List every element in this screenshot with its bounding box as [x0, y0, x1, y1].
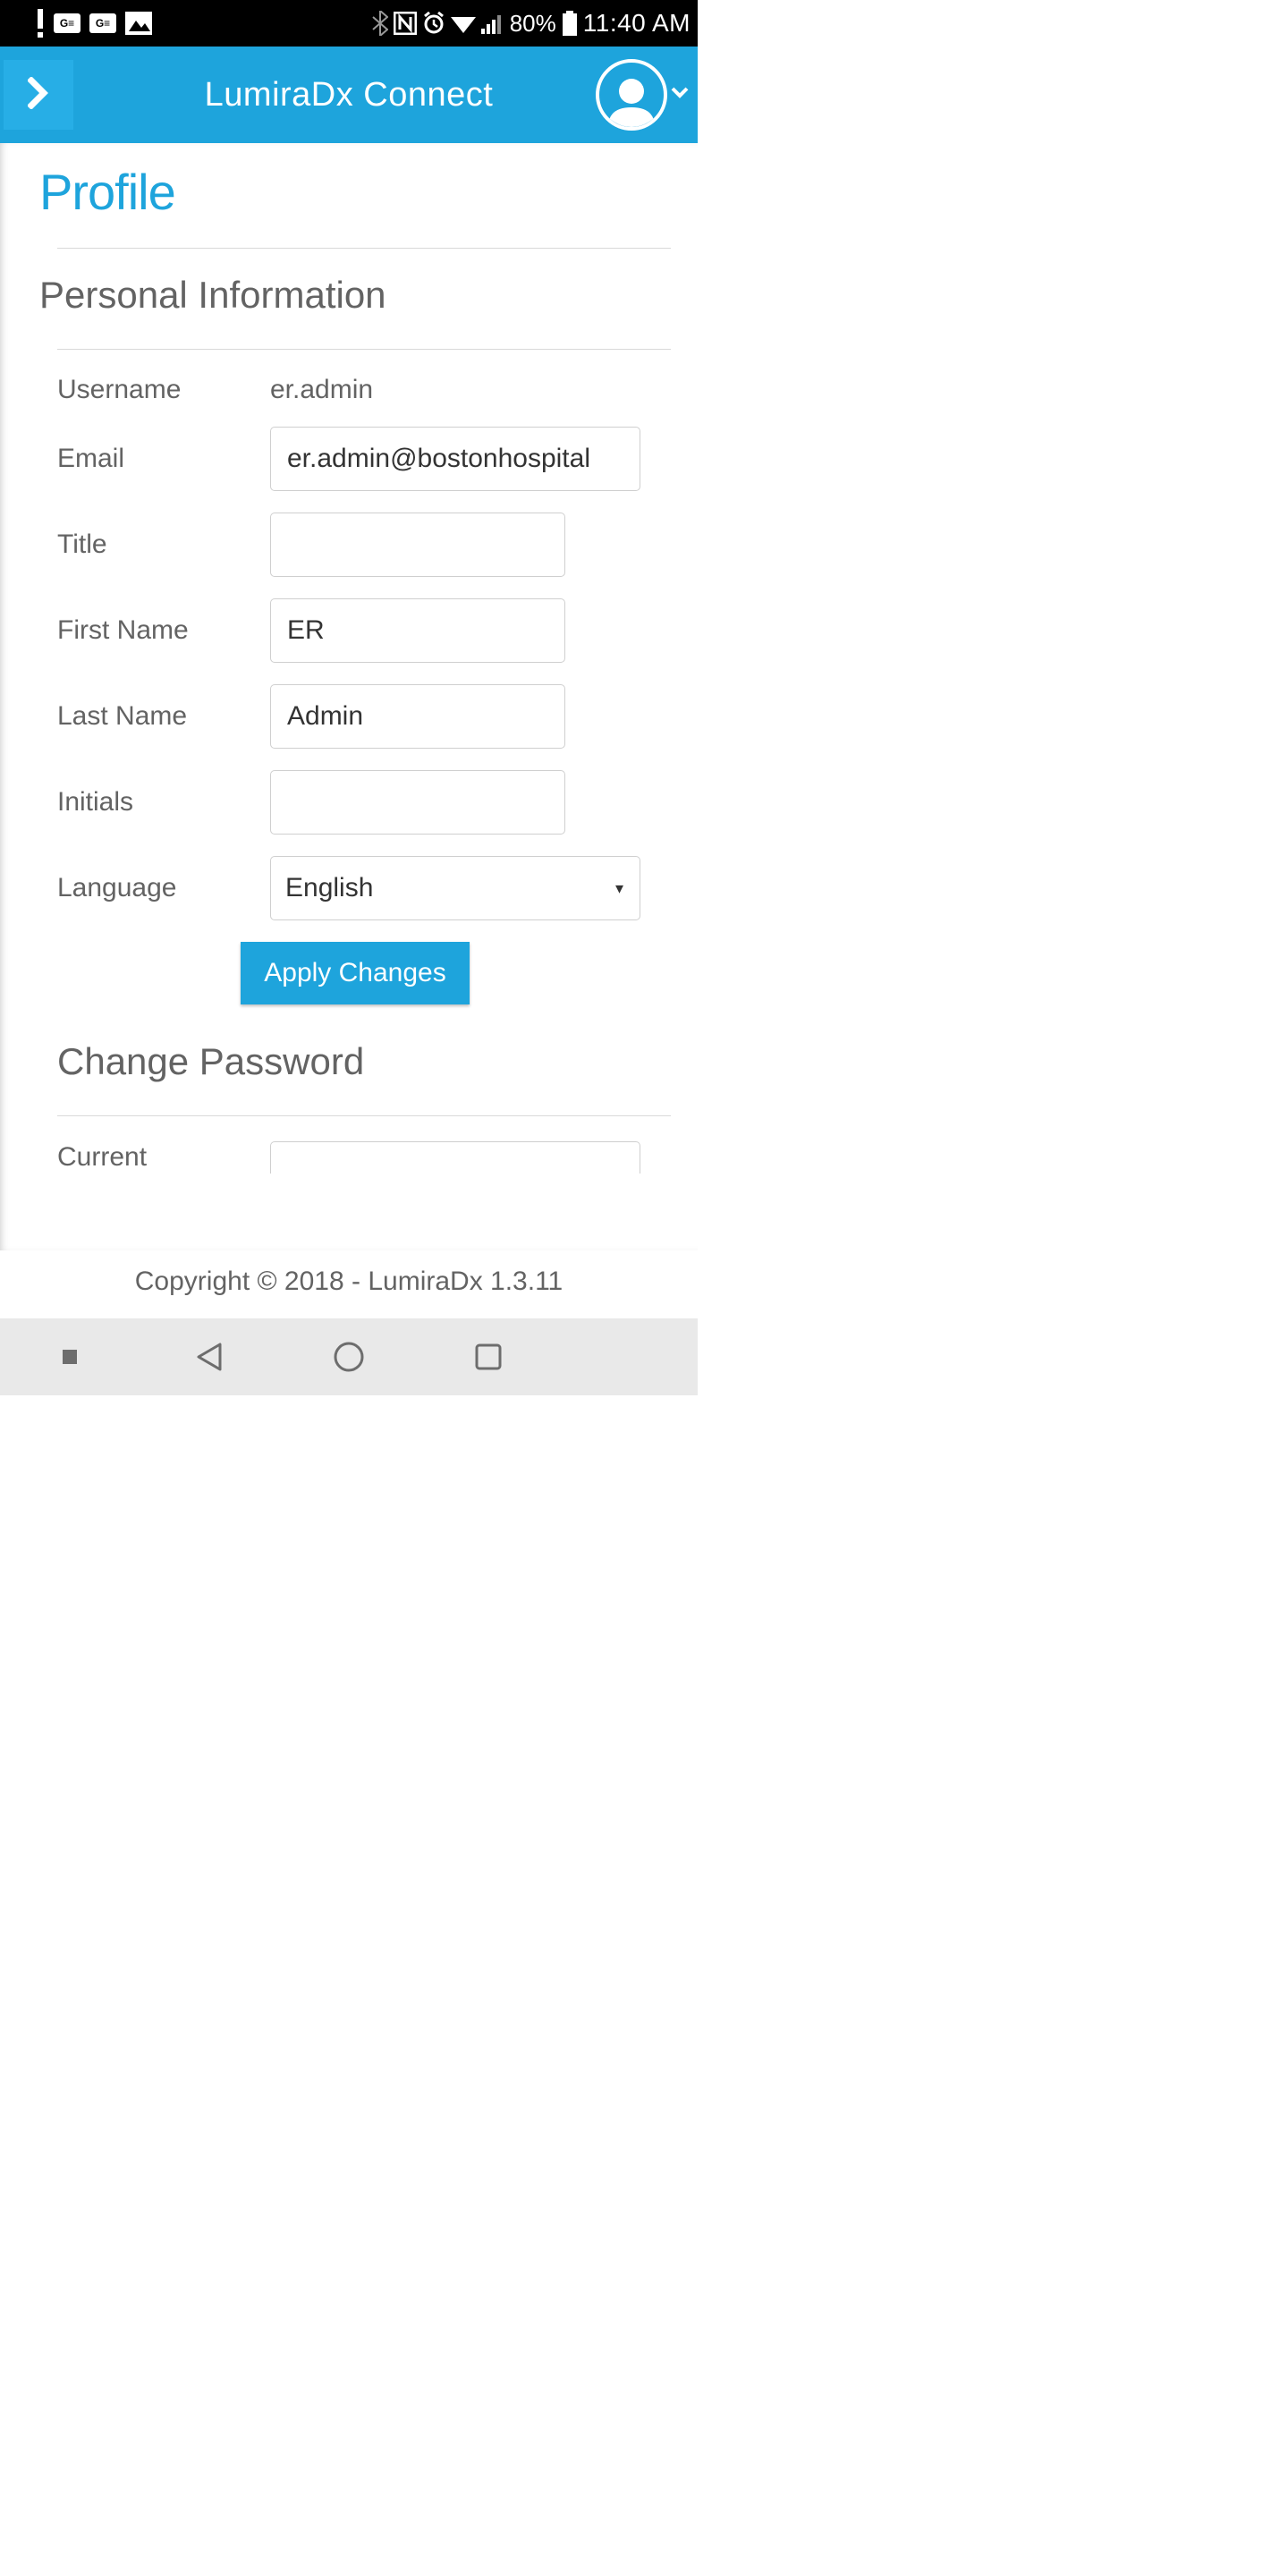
battery-icon	[562, 11, 578, 36]
priority-icon	[36, 9, 45, 38]
label-last-name: Last Name	[57, 701, 270, 732]
home-button[interactable]	[329, 1337, 369, 1377]
section-personal-title: Personal Information	[39, 274, 671, 317]
row-language: Language English	[39, 856, 671, 920]
clock-time: 11:40 AM	[583, 9, 691, 38]
status-bar: G≡ G≡ 80% 11:40 AM	[0, 0, 698, 47]
language-select[interactable]: English	[270, 856, 640, 920]
chevron-right-icon	[28, 77, 49, 114]
user-menu-button[interactable]	[596, 59, 692, 131]
photo-icon	[125, 12, 152, 35]
row-initials: Initials	[39, 770, 671, 835]
language-select-value: English	[285, 873, 373, 903]
section-password-title: Change Password	[39, 1040, 671, 1083]
divider	[57, 248, 671, 249]
system-nav-bar	[0, 1318, 698, 1395]
overview-button[interactable]	[469, 1337, 508, 1377]
label-email: Email	[57, 444, 270, 474]
alarm-icon	[422, 12, 445, 35]
nfc-icon	[394, 12, 417, 35]
news-icon: G≡	[89, 13, 116, 33]
divider	[57, 1115, 671, 1116]
bluetooth-icon	[372, 11, 388, 36]
battery-pct: 80%	[510, 10, 556, 38]
label-current-password: Current	[57, 1142, 270, 1173]
avatar-icon	[596, 59, 667, 131]
news-icon: G≡	[54, 13, 80, 33]
footer-copyright: Copyright © 2018 - LumiraDx 1.3.11	[0, 1250, 698, 1318]
row-first-name: First Name	[39, 598, 671, 663]
row-username: Username er.admin	[39, 375, 671, 405]
apply-changes-button[interactable]: Apply Changes	[241, 942, 469, 1004]
row-last-name: Last Name	[39, 684, 671, 749]
row-title: Title	[39, 513, 671, 577]
label-username: Username	[57, 375, 270, 405]
page-title: Profile	[39, 143, 671, 248]
label-first-name: First Name	[57, 615, 270, 646]
signal-icon	[481, 13, 504, 34]
wifi-icon	[451, 13, 476, 33]
recent-apps-button[interactable]	[50, 1337, 89, 1377]
row-current-password: Current	[39, 1141, 671, 1174]
value-username: er.admin	[270, 375, 373, 405]
last-name-field[interactable]	[270, 684, 565, 749]
divider	[57, 349, 671, 350]
label-language: Language	[57, 873, 270, 903]
first-name-field[interactable]	[270, 598, 565, 663]
current-password-field[interactable]	[270, 1141, 640, 1174]
app-header: LumiraDx Connect	[0, 47, 698, 143]
menu-toggle-button[interactable]	[4, 60, 73, 130]
title-field[interactable]	[270, 513, 565, 577]
content-area: Profile Personal Information Username er…	[0, 143, 698, 1250]
initials-field[interactable]	[270, 770, 565, 835]
row-email: Email	[39, 427, 671, 491]
chevron-down-icon	[671, 87, 689, 104]
email-field[interactable]	[270, 427, 640, 491]
label-title: Title	[57, 530, 270, 560]
app-title: LumiraDx Connect	[0, 76, 698, 114]
label-initials: Initials	[57, 787, 270, 818]
back-button[interactable]	[190, 1337, 229, 1377]
